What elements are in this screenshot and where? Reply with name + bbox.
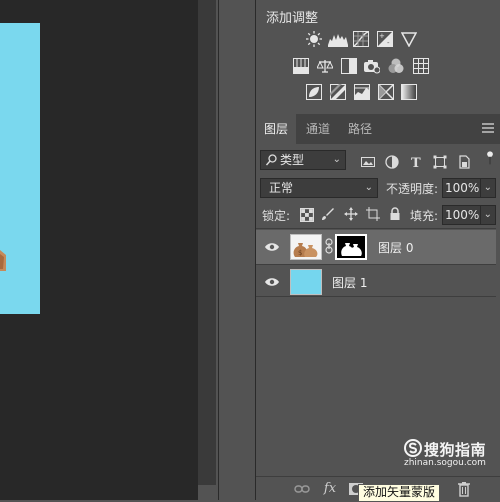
money-bags-thumbnail-image: $	[293, 243, 318, 257]
blend-mode-value: 正常	[269, 181, 294, 195]
layer-row-separator	[256, 296, 496, 297]
posterize-icon[interactable]	[330, 84, 346, 100]
chevron-down-icon: ⌄	[364, 182, 373, 193]
hue-saturation-icon[interactable]	[293, 58, 309, 74]
adjustments-row-2	[256, 58, 500, 76]
layer-thumbnail[interactable]: $	[290, 234, 322, 260]
layer-filter-label: 类型	[280, 153, 305, 167]
adjustments-row-3	[256, 84, 500, 102]
vibrance-icon[interactable]	[401, 31, 417, 47]
add-vector-mask-tooltip: 添加矢量蒙版	[358, 484, 441, 502]
lock-artboard-icon[interactable]	[366, 207, 380, 221]
adjustments-title: 添加调整	[266, 11, 319, 26]
filter-pixel-icon[interactable]	[361, 155, 375, 169]
layer-row-layer-1[interactable]: 图层 1	[256, 265, 496, 299]
layer-style-fx-button[interactable]: fx	[322, 481, 338, 497]
lock-image-pixels-icon[interactable]	[321, 207, 335, 221]
document-canvas-area[interactable]	[0, 0, 198, 500]
invert-icon[interactable]	[306, 84, 322, 100]
tab-channels[interactable]: 通道	[300, 114, 336, 144]
panel-menu-icon[interactable]	[482, 122, 494, 134]
layer-name[interactable]: 图层 1	[332, 274, 367, 291]
fill-label: 填充:	[410, 209, 439, 223]
svg-text:T: T	[411, 156, 421, 169]
layer-thumbnail[interactable]	[290, 269, 322, 295]
filter-type-icon[interactable]: T	[409, 155, 423, 169]
opacity-dropdown-button[interactable]: ⌄	[480, 178, 496, 198]
canvas-scroll-strip[interactable]	[198, 0, 216, 485]
opacity-value: 100%	[445, 181, 480, 195]
watermark-url: zhinan.sogou.com	[404, 458, 486, 468]
visibility-eye-icon[interactable]	[265, 276, 279, 288]
money-bag-partial-image	[0, 250, 6, 271]
threshold-icon[interactable]	[354, 84, 370, 100]
fill-input[interactable]: 100%	[442, 205, 480, 225]
curves-icon[interactable]	[353, 31, 369, 47]
layer-filter-select[interactable]: 类型 ⌄	[260, 150, 346, 170]
selective-color-icon[interactable]	[378, 84, 394, 100]
chevron-down-icon: ⌄	[332, 154, 341, 165]
search-icon	[266, 154, 277, 166]
adjustments-panel: 添加调整 + -	[256, 0, 500, 112]
lock-label: 锁定:	[262, 209, 291, 223]
mask-shape-image	[341, 243, 362, 256]
layer-mask-thumbnail[interactable]	[335, 234, 367, 260]
color-balance-icon[interactable]	[317, 58, 333, 74]
black-white-icon[interactable]	[341, 58, 357, 74]
exposure-icon[interactable]: + -	[377, 31, 393, 47]
layer-name[interactable]: 图层 0	[378, 239, 413, 256]
chevron-down-icon: ⌄	[483, 209, 492, 220]
gradient-map-icon[interactable]	[401, 84, 417, 100]
adjustments-row-1: + -	[256, 31, 500, 49]
tab-paths[interactable]: 路径	[342, 114, 378, 144]
tab-layers[interactable]: 图层	[256, 114, 296, 144]
watermark-text: 搜狗指南	[424, 441, 487, 459]
fill-dropdown-button[interactable]: ⌄	[480, 205, 496, 225]
svg-text:+: +	[379, 32, 385, 40]
visibility-eye-icon[interactable]	[265, 241, 279, 253]
divider-line	[218, 0, 219, 500]
fill-value: 100%	[445, 208, 480, 222]
blend-mode-select[interactable]: 正常 ⌄	[260, 178, 378, 198]
filter-smart-object-icon[interactable]	[457, 155, 471, 169]
photo-filter-icon[interactable]	[364, 58, 380, 74]
link-layers-icon[interactable]	[294, 481, 310, 497]
opacity-input[interactable]: 100%	[442, 178, 480, 198]
filter-adjustment-icon[interactable]	[385, 155, 399, 169]
panel-dock-gap	[216, 0, 256, 500]
levels-icon[interactable]	[328, 31, 348, 47]
lock-position-icon[interactable]	[344, 207, 358, 221]
opacity-label: 不透明度:	[386, 182, 439, 196]
color-lookup-icon[interactable]	[413, 58, 429, 74]
channel-mixer-icon[interactable]	[388, 58, 404, 74]
sogou-logo-icon	[404, 439, 422, 457]
filter-toggle-icon[interactable]	[483, 151, 497, 165]
watermark: 搜狗指南 zhinan.sogou.com	[404, 439, 500, 468]
layers-list-separator	[256, 228, 496, 229]
layer-row-layer-0[interactable]: $ 图层 0	[256, 230, 496, 264]
chevron-down-icon: ⌄	[483, 182, 492, 193]
svg-text:$: $	[298, 249, 302, 257]
delete-layer-icon[interactable]	[456, 481, 472, 497]
lock-transparent-pixels-icon[interactable]	[300, 208, 314, 222]
filter-shape-icon[interactable]	[433, 155, 447, 169]
brightness-contrast-icon[interactable]	[306, 31, 322, 47]
link-chain-icon[interactable]	[325, 238, 333, 254]
layers-panel-tabs: 图层 通道 路径	[256, 114, 500, 144]
lock-all-icon[interactable]	[388, 207, 402, 221]
document-image[interactable]	[0, 23, 40, 314]
